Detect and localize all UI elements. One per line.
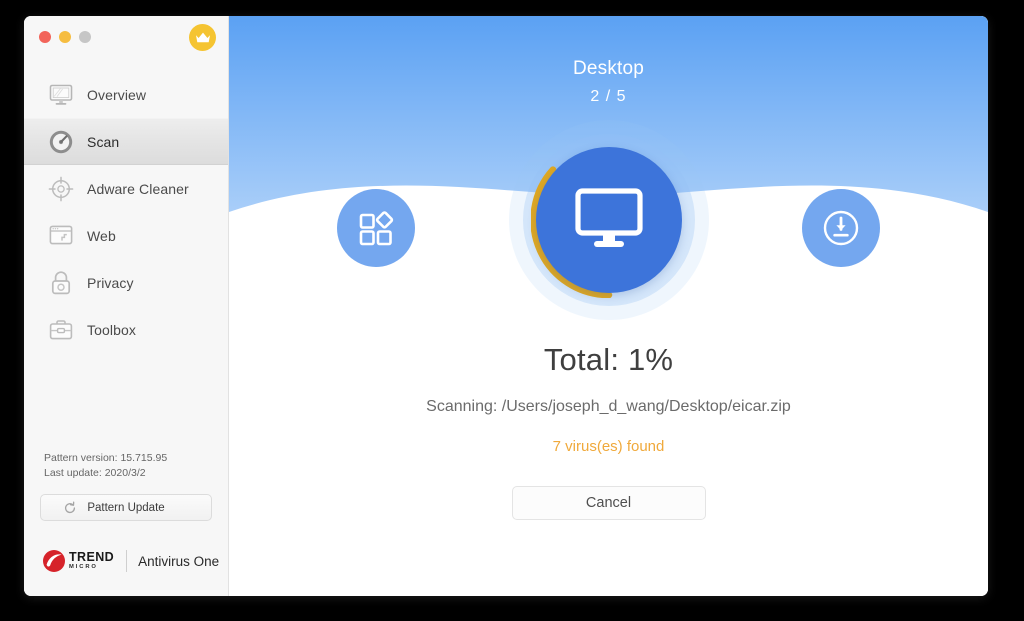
lock-icon <box>46 268 76 298</box>
main-content: Desktop 2 / 5 Total: 1% Scanning: /Users… <box>229 16 988 596</box>
trend-micro-logo-icon <box>43 550 65 572</box>
pattern-update-button[interactable]: Pattern Update <box>40 494 212 521</box>
sidebar-item-label: Privacy <box>87 274 134 291</box>
brand-row: TREND MICRO Antivirus One <box>42 544 228 578</box>
pattern-version-text: Pattern version: 15.715.95 <box>44 451 168 464</box>
sidebar-item-web[interactable]: Web <box>24 212 228 259</box>
pattern-update-label: Pattern Update <box>87 501 165 514</box>
sidebar-item-privacy[interactable]: Privacy <box>24 259 228 306</box>
scan-step-counter: 2 / 5 <box>590 88 627 105</box>
brand-name-line1: TREND <box>69 550 115 565</box>
sidebar-bottom-padding <box>24 578 228 596</box>
sidebar-item-label: Overview <box>87 86 147 103</box>
scanning-path-label: Scanning: /Users/joseph_d_wang/Desktop/e… <box>426 398 791 415</box>
sidebar-item-adware-cleaner[interactable]: Adware Cleaner <box>24 165 228 212</box>
sidebar-item-toolbox[interactable]: Toolbox <box>24 306 228 353</box>
sidebar-item-label: Adware Cleaner <box>87 180 189 197</box>
scan-current-target-icon-circle <box>535 147 682 293</box>
gauge-icon <box>46 127 76 157</box>
crosshair-icon <box>46 174 76 204</box>
sidebar-item-label: Web <box>87 227 116 244</box>
scan-stage-center <box>508 120 709 320</box>
scan-stage-applications <box>337 189 415 267</box>
apps-grid-icon <box>359 211 394 246</box>
zoom-window-button[interactable] <box>79 31 91 43</box>
briefcase-icon <box>46 315 76 345</box>
sidebar-item-label: Toolbox <box>87 321 136 338</box>
pattern-info: Pattern version: 15.715.95 Last update: … <box>24 451 228 482</box>
refresh-icon <box>64 500 76 513</box>
last-update-text: Last update: 2020/3/2 <box>44 467 146 480</box>
product-name: Antivirus One <box>138 553 220 569</box>
sidebar-nav: Overview Scan Adware Cleaner Web Privacy… <box>24 71 228 353</box>
desktop-monitor-icon <box>574 188 643 247</box>
sidebar: Overview Scan Adware Cleaner Web Privacy… <box>24 16 229 596</box>
brand-divider <box>126 550 128 572</box>
close-window-button[interactable] <box>39 31 51 43</box>
total-progress-label: Total: 1% <box>543 342 674 377</box>
virus-found-label: 7 virus(es) found <box>552 438 665 455</box>
sidebar-item-scan[interactable]: Scan <box>24 118 228 165</box>
monitor-icon <box>46 80 76 110</box>
premium-crown-badge[interactable] <box>189 24 216 51</box>
sidebar-item-overview[interactable]: Overview <box>24 71 228 118</box>
title-bar <box>24 16 228 58</box>
minimize-window-button[interactable] <box>59 31 71 43</box>
browser-icon <box>46 221 76 251</box>
brand-name-line2: MICRO <box>69 564 98 571</box>
scan-stage-downloads <box>802 189 880 267</box>
scan-stage-row <box>229 120 988 320</box>
trend-micro-wordmark: TREND MICRO <box>69 550 114 572</box>
sidebar-item-label: Scan <box>87 133 120 150</box>
download-circle-icon <box>823 210 859 246</box>
scan-target-name: Desktop <box>572 58 645 79</box>
cancel-button[interactable]: Cancel <box>511 486 706 520</box>
application-window: Overview Scan Adware Cleaner Web Privacy… <box>24 16 988 596</box>
crown-icon <box>195 32 210 43</box>
